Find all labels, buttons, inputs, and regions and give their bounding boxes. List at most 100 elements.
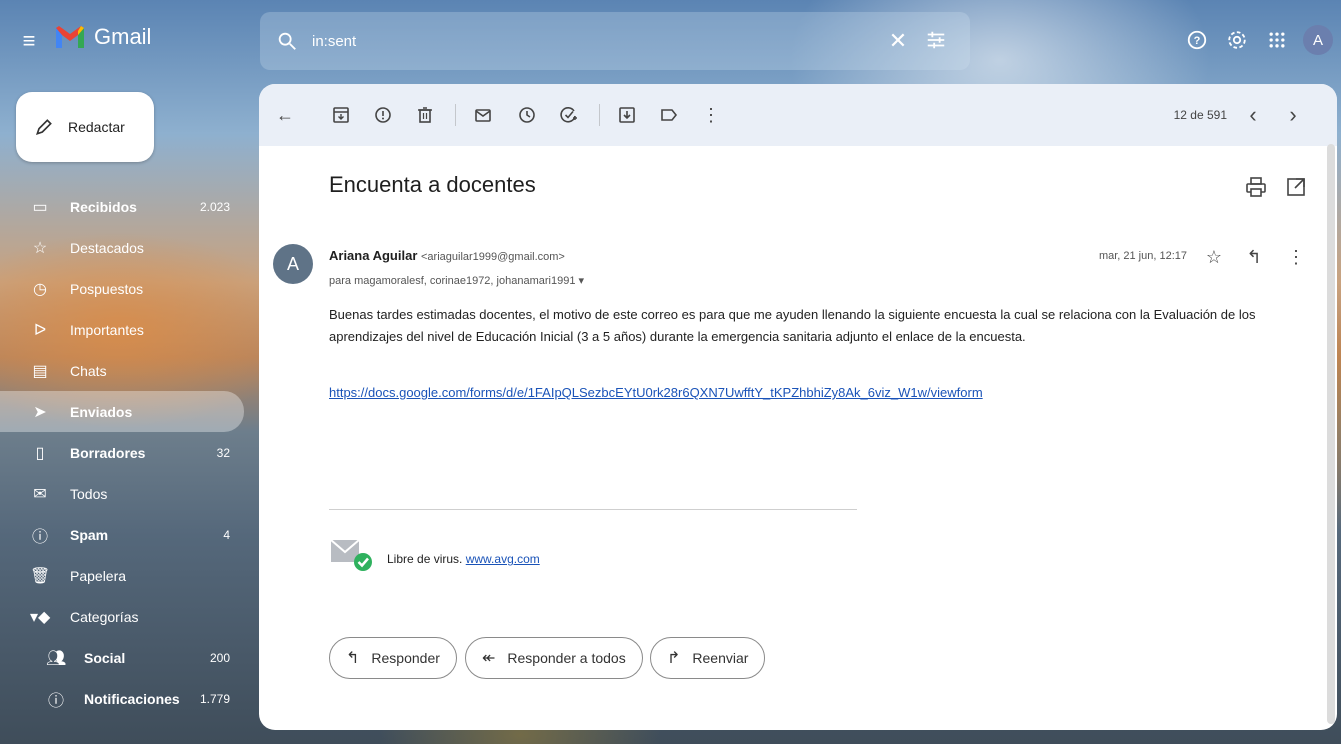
snooze-icon[interactable]	[515, 103, 539, 127]
help-icon[interactable]: ?	[1177, 20, 1217, 60]
move-to-icon[interactable]	[615, 103, 639, 127]
chevron-left-icon[interactable]: ‹	[1241, 102, 1265, 128]
compose-label: Redactar	[68, 119, 125, 135]
sidebar-item-count: 2.023	[199, 199, 230, 214]
draft-icon: ▯	[35, 444, 45, 462]
sidebar-item-label: Enviados	[70, 403, 133, 420]
info-icon: ⓘ	[47, 692, 64, 710]
sidebar-item-borradores[interactable]: ▯ Borradores 32	[0, 432, 244, 473]
gmail-m-icon	[54, 24, 86, 50]
sidebar-item-chats[interactable]: ▤ Chats	[0, 350, 244, 391]
important-icon: ᐅ	[33, 321, 47, 339]
search-options-icon[interactable]	[924, 29, 948, 53]
main-menu-icon[interactable]: ≡	[14, 26, 44, 56]
spam-icon: ⓘ	[31, 528, 48, 546]
sidebar-item-label: Categorías	[70, 608, 139, 625]
sidebar-item-label: Todos	[70, 485, 108, 502]
avg-link[interactable]: www.avg.com	[466, 552, 540, 566]
search-input[interactable]	[312, 32, 886, 50]
top-bar: ≡ Gmail ✕	[0, 0, 1341, 84]
virus-free-text: Libre de virus. www.avg.com	[387, 552, 540, 566]
virus-free-icon	[330, 539, 372, 571]
survey-link[interactable]: https://docs.google.com/forms/d/e/1FAIpQ…	[329, 385, 983, 400]
email-view-panel: ← ⋮ 12 de 591 ‹ › Encuenta a docentes A …	[259, 84, 1337, 730]
clear-search-icon[interactable]: ✕	[886, 29, 910, 53]
sidebar-item-label: Recibidos	[70, 198, 137, 215]
gmail-logo[interactable]: Gmail	[54, 24, 151, 50]
svg-text:?: ?	[1194, 35, 1201, 47]
mark-unread-icon[interactable]	[471, 103, 495, 127]
report-spam-icon[interactable]	[371, 103, 395, 127]
sidebar-item-destacados[interactable]: ☆ Destacados	[0, 227, 244, 268]
mail-icon: ✉	[33, 485, 47, 503]
more-vert-icon[interactable]: ⋮	[1285, 246, 1307, 268]
sidebar-item-label: Destacados	[70, 239, 144, 256]
sidebar-item-label: Social	[84, 649, 126, 666]
forward-label: Reenviar	[692, 650, 749, 666]
sidebar-item-label: Importantes	[70, 321, 144, 338]
sidebar-item-count: 32	[216, 445, 230, 460]
email-toolbar: ← ⋮ 12 de 591 ‹ ›	[259, 84, 1337, 146]
sidebar-item-count: 4	[223, 527, 230, 542]
sidebar-item-label: Papelera	[70, 567, 127, 584]
account-avatar[interactable]: A	[1303, 25, 1333, 55]
open-in-new-window-icon[interactable]	[1285, 176, 1307, 198]
print-icon[interactable]	[1245, 176, 1267, 198]
sender-email: <ariaguilar1999@gmail.com>	[421, 251, 565, 263]
email-body: Buenas tardes estimadas docentes, el mot…	[329, 307, 1256, 344]
send-icon: ➤	[33, 403, 47, 421]
more-vert-icon[interactable]: ⋮	[699, 103, 723, 127]
search-icon[interactable]	[276, 30, 298, 52]
label-icon: ▾◆	[30, 608, 51, 626]
top-right-controls: ? A	[1177, 20, 1341, 60]
forward-icon: ↱	[667, 650, 681, 667]
sender-name[interactable]: Ariana Aguilar	[329, 248, 417, 263]
archive-icon[interactable]	[329, 103, 353, 127]
reply-label: Responder	[371, 650, 440, 666]
recipients-dropdown[interactable]: para magamoralesf, corinae1972, johanama…	[329, 274, 584, 287]
label-icon[interactable]	[657, 103, 681, 127]
reply-all-button[interactable]: ↞ Responder a todos	[465, 637, 643, 679]
star-icon[interactable]: ☆	[1203, 246, 1225, 268]
sidebar-item-label: Chats	[70, 362, 107, 379]
sender-info: Ariana Aguilar <ariaguilar1999@gmail.com…	[329, 248, 565, 263]
chat-icon: ▤	[32, 362, 48, 380]
settings-icon[interactable]	[1217, 20, 1257, 60]
chevron-right-icon[interactable]: ›	[1281, 102, 1305, 128]
toolbar-divider	[599, 104, 600, 126]
gmail-wordmark: Gmail	[94, 24, 152, 49]
search-bar[interactable]: ✕	[260, 12, 970, 70]
toolbar-divider	[455, 104, 456, 126]
signature-divider	[329, 509, 857, 510]
sidebar-item-label: Pospuestos	[70, 280, 144, 297]
sidebar-item-social[interactable]: 👥︎ Social 200	[0, 637, 244, 678]
compose-button[interactable]: Redactar	[16, 92, 154, 162]
reply-all-label: Responder a todos	[507, 650, 626, 666]
sender-avatar[interactable]: A	[273, 244, 313, 284]
sidebar-item-count: 1.779	[199, 691, 230, 706]
sidebar-item-papelera[interactable]: 🗑︎ Papelera	[0, 555, 244, 596]
sidebar-item-spam[interactable]: ⓘ Spam 4	[0, 514, 244, 555]
inbox-icon: ▭	[32, 198, 48, 216]
sidebar-item-label: Borradores	[70, 444, 146, 461]
apps-grid-icon[interactable]	[1257, 20, 1297, 60]
people-icon: 👥︎	[46, 649, 67, 667]
sidebar-item-notificaciones[interactable]: ⓘ Notificaciones 1.779	[0, 678, 244, 719]
sidebar-item-categorias[interactable]: ▾◆ Categorías	[0, 596, 244, 637]
scrollbar[interactable]	[1327, 144, 1335, 724]
sidebar-item-recibidos[interactable]: ▭ Recibidos 2.023	[0, 186, 244, 227]
add-task-icon[interactable]	[557, 103, 581, 127]
sidebar-item-todos[interactable]: ✉ Todos	[0, 473, 244, 514]
sidebar-item-label: Notificaciones	[84, 690, 180, 707]
clock-icon: ◷	[33, 280, 47, 298]
reply-button[interactable]: ↰ Responder	[329, 637, 457, 679]
sidebar-item-pospuestos[interactable]: ◷ Pospuestos	[0, 268, 244, 309]
forward-button[interactable]: ↱ Reenviar	[650, 637, 766, 679]
email-date: mar, 21 jun, 12:17	[1098, 250, 1187, 262]
reply-icon[interactable]: ↰	[1243, 246, 1265, 268]
back-arrow-icon[interactable]: ←	[273, 103, 297, 127]
sidebar-item-enviados[interactable]: ➤ Enviados	[0, 391, 244, 432]
sidebar-item-importantes[interactable]: ᐅ Importantes	[0, 309, 244, 350]
delete-icon[interactable]	[413, 103, 437, 127]
pencil-icon	[36, 119, 52, 135]
